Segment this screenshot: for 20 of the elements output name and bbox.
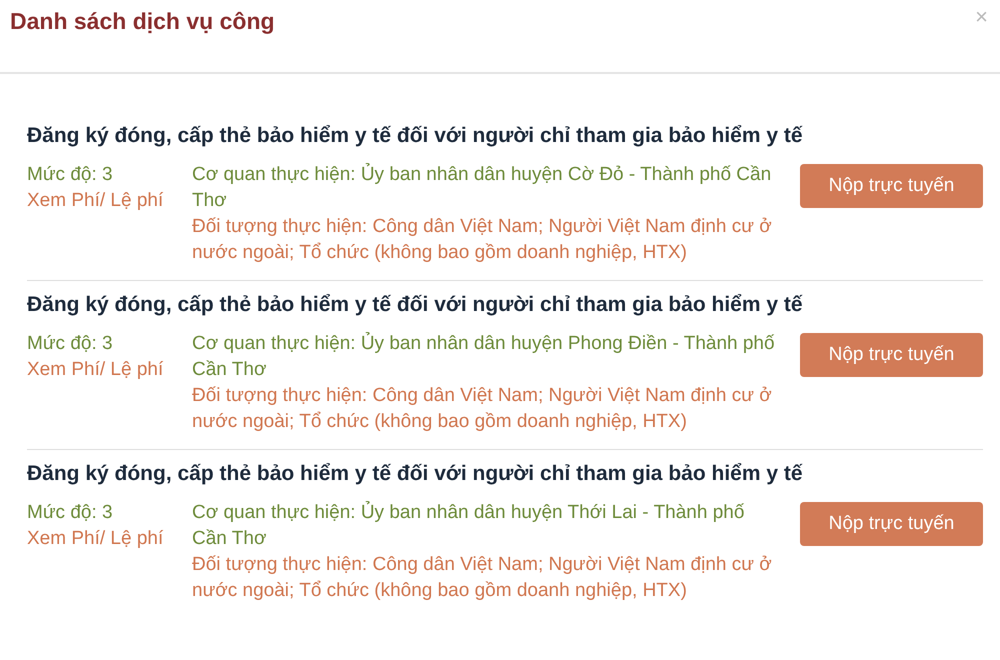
service-title: Đăng ký đóng, cấp thẻ bảo hiểm y tế đối với người chỉ tham gia bảo hiểm y tế xyxy=(27,293,804,317)
level-label: Mức độ: 3 xyxy=(27,163,113,187)
level-label: Mức độ: 3 xyxy=(27,501,113,525)
agency-text: Cơ quan thực hiện: Ủy ban nhân dân huyện Thới Lai - Thành phố Cần Thơ xyxy=(192,500,746,551)
agency-text: Cơ quan thực hiện: Ủy ban nhân dân huyện Cờ Đỏ - Thành phố Cần Thơ xyxy=(192,162,772,213)
level-label: Mức độ: 3 xyxy=(27,332,113,356)
subjects-text: Đối tượng thực hiện: Công dân Việt Nam; Người Việt Nam định cư ở nước ngoài; Tổ chức (không bao gồm doanh nghiệp, HTX) xyxy=(192,384,773,434)
submit-online-button[interactable]: Nộp trực tuyến xyxy=(800,502,983,546)
service-title: Đăng ký đóng, cấp thẻ bảo hiểm y tế đối với người chỉ tham gia bảo hiểm y tế xyxy=(27,124,804,148)
fee-link[interactable]: Xem Phí/ Lệ phí xyxy=(27,188,164,214)
submit-online-button[interactable]: Nộp trực tuyến xyxy=(800,164,983,208)
agency-text: Cơ quan thực hiện: Ủy ban nhân dân huyện Phong Điền - Thành phố Cần Thơ xyxy=(192,331,776,382)
service-title: Đăng ký đóng, cấp thẻ bảo hiểm y tế đối với người chỉ tham gia bảo hiểm y tế xyxy=(27,462,804,486)
dialog-title: Danh sách dịch vụ công xyxy=(10,8,275,35)
close-button[interactable]: × xyxy=(975,6,988,28)
fee-link[interactable]: Xem Phí/ Lệ phí xyxy=(27,357,164,383)
subjects-text: Đối tượng thực hiện: Công dân Việt Nam; Người Việt Nam định cư ở nước ngoài; Tổ chức (không bao gồm doanh nghiệp, HTX) xyxy=(192,553,773,603)
fee-link[interactable]: Xem Phí/ Lệ phí xyxy=(27,526,164,552)
subjects-text: Đối tượng thực hiện: Công dân Việt Nam; Người Việt Nam định cư ở nước ngoài; Tổ chức (không bao gồm doanh nghiệp, HTX) xyxy=(192,215,773,265)
submit-online-button[interactable]: Nộp trực tuyến xyxy=(800,333,983,377)
